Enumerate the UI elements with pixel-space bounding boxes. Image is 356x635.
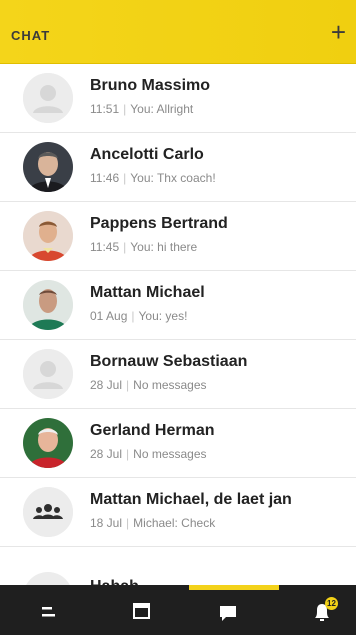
default-avatar-icon bbox=[23, 73, 73, 123]
contact-photo-avatar bbox=[23, 280, 73, 330]
chat-preview: No messages bbox=[133, 378, 207, 392]
contact-photo-avatar bbox=[23, 418, 73, 468]
chat-meta: 01 Aug | You: yes! bbox=[90, 309, 188, 323]
chat-contact-name: Bornauw Sebastiaan bbox=[90, 353, 248, 370]
chat-preview: You: Allright bbox=[130, 102, 194, 116]
chat-contact-name: Pappens Bertrand bbox=[90, 215, 228, 232]
app-header: CHAT + bbox=[0, 0, 356, 64]
chat-meta: 11:45 | You: hi there bbox=[90, 240, 198, 254]
chat-time: 11:45 bbox=[90, 240, 120, 254]
chat-preview: You: yes! bbox=[138, 309, 188, 323]
chat-preview: You: hi there bbox=[130, 240, 198, 254]
contact-photo-avatar bbox=[23, 142, 73, 192]
page-title: CHAT bbox=[11, 28, 51, 43]
chat-time: 11:46 bbox=[90, 171, 120, 185]
calendar-button[interactable] bbox=[122, 595, 162, 629]
chat-list-item[interactable]: Bornauw Sebastiaan 28 Jul | No messages bbox=[0, 340, 356, 409]
active-tab-indicator bbox=[189, 585, 279, 590]
add-chat-button[interactable]: + bbox=[331, 19, 346, 45]
chat-meta: 18 Jul | Michael: Check bbox=[90, 516, 216, 530]
notification-badge: 12 bbox=[325, 597, 338, 610]
contact-photo-avatar bbox=[23, 211, 73, 261]
chat-contact-name: Bruno Massimo bbox=[90, 77, 211, 94]
chat-preview: You: Thx coach! bbox=[130, 171, 216, 185]
chat-time: 01 Aug bbox=[90, 309, 128, 323]
chat-list-item[interactable]: Ancelotti Carlo 11:46 | You: Thx coach! bbox=[0, 133, 356, 202]
calendar-icon bbox=[133, 603, 150, 619]
chat-tab-button[interactable] bbox=[209, 595, 249, 629]
chat-list-item[interactable]: Mattan Michael, de laet jan 18 Jul | Micha… bbox=[0, 478, 356, 547]
group-icon bbox=[23, 487, 73, 537]
menu-button[interactable] bbox=[37, 595, 77, 629]
chat-list-item[interactable]: Gerland Herman 28 Jul | No messages bbox=[0, 409, 356, 478]
chat-preview: No messages bbox=[133, 447, 207, 461]
chat-time: 18 Jul bbox=[90, 516, 123, 530]
chat-time: 11:51 bbox=[90, 102, 120, 116]
bottom-navigation: 12 bbox=[0, 585, 356, 635]
chat-icon bbox=[220, 606, 236, 621]
chat-list-item[interactable]: Mattan Michael 01 Aug | You: yes! bbox=[0, 271, 356, 340]
default-avatar-icon bbox=[23, 349, 73, 399]
chat-contact-name: Mattan Michael bbox=[90, 284, 205, 301]
chat-time: 28 Jul bbox=[90, 447, 123, 461]
chat-contact-name: Mattan Michael, de laet jan bbox=[90, 491, 292, 508]
chat-meta: 11:46 | You: Thx coach! bbox=[90, 171, 216, 185]
chat-meta: 28 Jul | No messages bbox=[90, 447, 207, 461]
chat-preview: Michael: Check bbox=[133, 516, 216, 530]
notifications-button[interactable]: 12 bbox=[305, 595, 345, 629]
chat-contact-name: Ancelotti Carlo bbox=[90, 146, 204, 163]
chat-meta: 11:51 | You: Allright bbox=[90, 102, 194, 116]
chat-list-item[interactable]: Bruno Massimo 11:51 | You: Allright bbox=[0, 64, 356, 133]
chat-list: Bruno Massimo 11:51 | You: Allright Ancelo… bbox=[0, 64, 356, 547]
menu-icon bbox=[42, 607, 55, 617]
chat-list-item[interactable]: Pappens Bertrand 11:45 | You: hi there bbox=[0, 202, 356, 271]
chat-meta: 28 Jul | No messages bbox=[90, 378, 207, 392]
chat-time: 28 Jul bbox=[90, 378, 123, 392]
chat-contact-name: Gerland Herman bbox=[90, 422, 215, 439]
